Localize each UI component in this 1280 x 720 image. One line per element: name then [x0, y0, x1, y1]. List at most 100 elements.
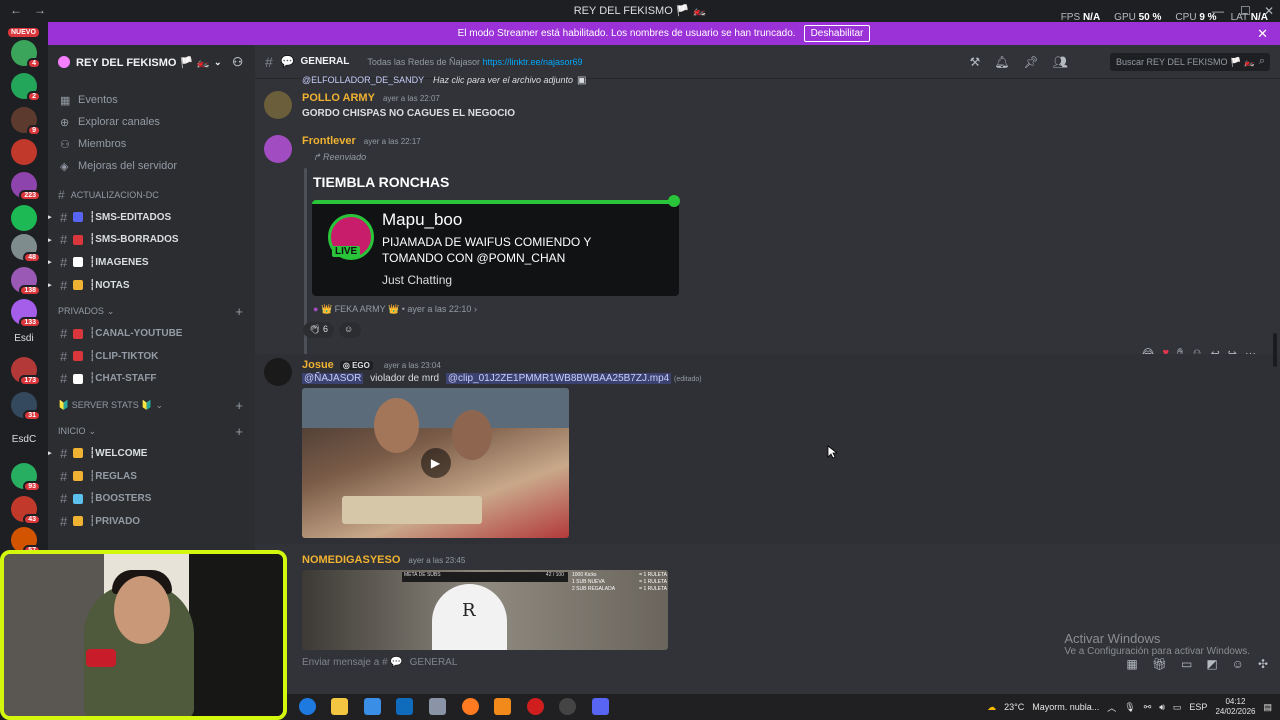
- members-list-icon[interactable]: 👥︎: [1053, 55, 1068, 69]
- live-card[interactable]: LIVE Mapu_boo PIJAMADA DE WAIFUS COMIEND…: [312, 200, 679, 296]
- channel-item[interactable]: ▸ # ┆SMS-BORRADOS: [48, 229, 255, 252]
- message-author[interactable]: Frontlever ayer a las 22:17: [302, 135, 421, 147]
- message-text: GORDO CHISPAS NO CAGUES EL NEGOCIO: [302, 108, 515, 119]
- channel-category[interactable]: INICIO ⌄ +: [48, 420, 255, 442]
- reply-text[interactable]: Haz clic para ver el archivo adjunto: [433, 75, 573, 85]
- topic-link[interactable]: https://linktr.ee/najasor69: [482, 57, 582, 67]
- add-member-icon[interactable]: ⚇: [232, 55, 243, 69]
- server-text-icon[interactable]: Esdi: [0, 333, 48, 344]
- discord-icon[interactable]: [592, 698, 609, 715]
- server-icon[interactable]: 31: [11, 392, 41, 421]
- weather-temp[interactable]: 23°C: [1004, 702, 1024, 712]
- video-attachment[interactable]: META DE SUBS 42 / 100 1000 Kicks = 1 RUL…: [302, 570, 668, 650]
- obs-icon[interactable]: [559, 698, 576, 715]
- bell-icon[interactable]: 🔔︎: [994, 55, 1009, 69]
- server-icon[interactable]: 223: [11, 172, 41, 201]
- volume-icon[interactable]: 🔊︎: [1159, 702, 1165, 713]
- gift-icon[interactable]: 🎁︎: [1152, 657, 1167, 671]
- search-input[interactable]: Buscar REY DEL FEKISMO 🏳️ 🏍️ ⌕: [1110, 53, 1270, 71]
- video-attachment[interactable]: ▶: [302, 388, 569, 538]
- server-icon[interactable]: [11, 205, 37, 231]
- emoji-icon[interactable]: ☺: [1232, 657, 1244, 671]
- server-icon[interactable]: 43: [11, 496, 41, 525]
- gif-icon[interactable]: ▭: [1181, 657, 1192, 671]
- server-icon[interactable]: 9: [11, 107, 41, 136]
- server-text-icon[interactable]: EsdC: [0, 434, 48, 445]
- sidebar-link[interactable]: ⚇ Miembros: [48, 133, 255, 155]
- server-icon[interactable]: 93: [11, 463, 41, 492]
- message-author[interactable]: POLLO ARMY ayer a las 22:07: [302, 92, 440, 104]
- forward-origin[interactable]: ● 👑 FEKA ARMY 👑 • ayer a las 22:10 ›: [313, 304, 477, 315]
- close-icon[interactable]: ✕: [1257, 26, 1268, 42]
- channel-category[interactable]: # ACTUALIZACION-DC: [48, 184, 255, 206]
- server-header[interactable]: REY DEL FEKISMO 🏳️ 🏍️ ⌄ ⚇: [48, 45, 255, 79]
- windows-taskbar: ☁ 23°C Mayorm. nubla... ︿ 🎙︎ ⚯ 🔊︎ ▭ ESP …: [287, 694, 1280, 720]
- channel-item[interactable]: ▸ # ┆IMAGENES: [48, 251, 255, 274]
- notification-icon[interactable]: ▤: [1263, 702, 1272, 713]
- threads-icon[interactable]: ⚒: [970, 55, 981, 69]
- avatar[interactable]: [264, 358, 292, 386]
- channel-category[interactable]: PRIVADOS ⌄ +: [48, 300, 255, 322]
- embed-title: TIEMBLA RONCHAS: [313, 174, 450, 190]
- channel-item[interactable]: ▸ # ┆WELCOME: [48, 442, 255, 465]
- channel-item[interactable]: # ┆PRIVADO: [48, 510, 255, 533]
- apps-icon[interactable]: ▦: [1126, 657, 1137, 671]
- tray-chevron-icon[interactable]: ︿: [1107, 701, 1116, 714]
- channel-category[interactable]: 🔰 SERVER STATS 🔰 ⌄ +: [48, 394, 255, 416]
- channel-item[interactable]: ▸ # ┆NOTAS: [48, 274, 255, 297]
- avatar[interactable]: [264, 91, 292, 119]
- add-channel-icon[interactable]: +: [235, 398, 243, 413]
- channel-emoji-icon: [73, 471, 84, 482]
- scrollbar[interactable]: [1273, 333, 1277, 367]
- sidebar-link[interactable]: ⊕ Explorar canales: [48, 111, 255, 133]
- add-channel-icon[interactable]: +: [235, 304, 243, 319]
- apps-grid-icon[interactable]: ✣: [1258, 657, 1268, 671]
- avatar[interactable]: [264, 135, 292, 163]
- clock[interactable]: 04:12 24/02/2026: [1215, 697, 1255, 717]
- channel-item[interactable]: # ┆CLIP-TIKTOK: [48, 345, 255, 368]
- folder-icon[interactable]: [331, 698, 348, 715]
- reaction-chip[interactable]: 👏︎ 6: [303, 322, 334, 338]
- vlc-icon[interactable]: [494, 698, 511, 715]
- server-icon[interactable]: [11, 139, 37, 165]
- play-icon[interactable]: ▶: [420, 448, 451, 478]
- add-channel-icon[interactable]: +: [235, 424, 243, 439]
- reply-user[interactable]: @ELFOLLADOR_DE_SANDY: [302, 75, 424, 85]
- server-icon[interactable]: 2: [11, 73, 41, 102]
- channel-item[interactable]: ▸ # ┆SMS-EDITADOS: [48, 206, 255, 229]
- app-icon[interactable]: [429, 698, 446, 715]
- message-author[interactable]: NOMEDIGASYESO ayer a las 23:45: [302, 554, 465, 566]
- ruleta-list: 1000 Kicks = 1 RULETA 1 SUB NUEVA = 1 RU…: [572, 572, 667, 592]
- network-icon[interactable]: ⚯: [1144, 702, 1152, 713]
- channel-item[interactable]: # ┆CHAT-STAFF: [48, 368, 255, 391]
- file-link[interactable]: @clip_01J2ZE1PMMR1WB8BWBAA25B7ZJ.mp4: [445, 373, 672, 384]
- sidebar-link[interactable]: ◈ Mejoras del servidor: [48, 155, 255, 177]
- firefox-icon[interactable]: [462, 698, 479, 715]
- hash-icon: #: [60, 277, 68, 293]
- channel-item[interactable]: # ┆BOOSTERS: [48, 487, 255, 510]
- sticker-icon[interactable]: ◩: [1206, 657, 1217, 671]
- language[interactable]: ESP: [1189, 702, 1207, 712]
- message-author[interactable]: Josue ◎ EGO ayer a las 23:04: [302, 359, 441, 371]
- sidebar-link[interactable]: ▦ Eventos: [48, 89, 255, 111]
- server-icon[interactable]: 173: [11, 357, 41, 386]
- edge-icon[interactable]: [299, 698, 316, 715]
- store-icon[interactable]: [364, 698, 381, 715]
- opera-icon[interactable]: [527, 698, 544, 715]
- add-reaction-button[interactable]: ☺: [339, 322, 361, 338]
- mention[interactable]: @ÑAJASOR: [302, 373, 364, 384]
- message-input[interactable]: Enviar mensaje a # 💬 GENERAL ▦ 🎁︎ ▭ ◩ ☺ …: [302, 657, 1272, 679]
- server-icon[interactable]: 48: [11, 234, 41, 263]
- server-icon[interactable]: 133: [11, 299, 41, 328]
- channel-item[interactable]: # ┆REGLAS: [48, 465, 255, 488]
- pin-icon[interactable]: 📌︎: [1024, 55, 1039, 69]
- mic-icon[interactable]: 🎙︎: [1124, 702, 1135, 713]
- battery-icon[interactable]: ▭: [1173, 702, 1182, 713]
- channel-item[interactable]: # ┆CANAL-YOUTUBE: [48, 322, 255, 345]
- unread-badge: 138: [19, 285, 41, 296]
- unread-badge: 223: [19, 190, 41, 201]
- server-icon[interactable]: 4: [11, 40, 41, 69]
- server-icon[interactable]: 138: [11, 267, 41, 296]
- outlook-icon[interactable]: [396, 698, 413, 715]
- disable-streamer-button[interactable]: Deshabilitar: [803, 25, 871, 42]
